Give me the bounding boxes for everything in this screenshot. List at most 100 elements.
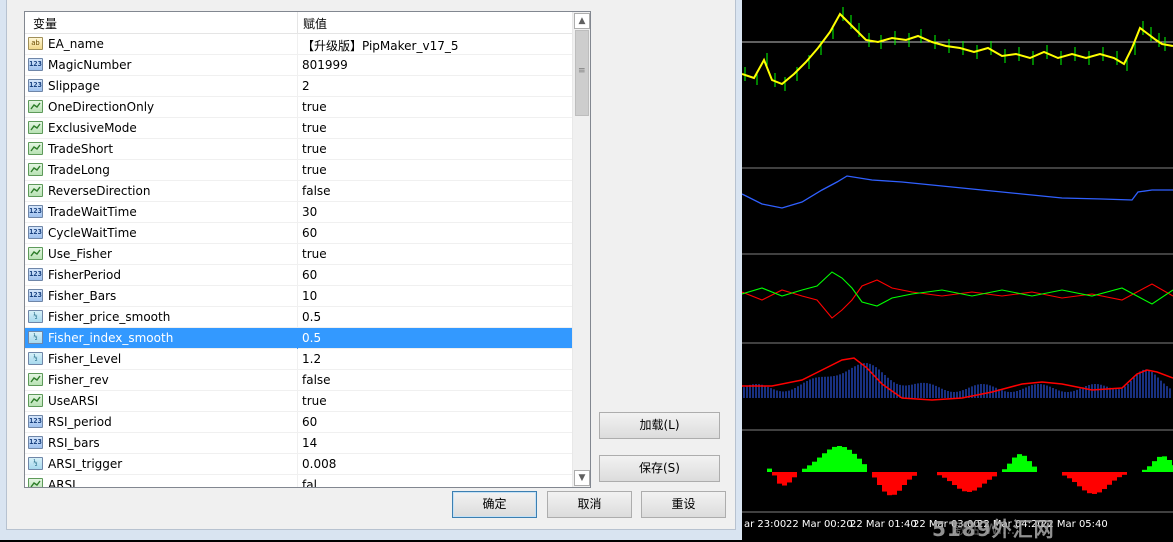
grid-row-arsi-trigger[interactable]: ½ ARSI_trigger 0.008 — [25, 454, 572, 475]
time-axis-label: ar 23:00 — [744, 519, 787, 530]
bool-type-icon — [28, 142, 43, 155]
variable-value[interactable]: true — [302, 394, 327, 408]
histogram-bar — [982, 472, 987, 484]
bool-type-icon — [28, 478, 43, 487]
variable-value[interactable]: 30 — [302, 205, 317, 219]
variable-value[interactable]: 0.5 — [302, 310, 321, 324]
num-type-icon: 123 — [28, 58, 43, 71]
num-type-icon: 123 — [28, 205, 43, 218]
save-button[interactable]: 保存(S) — [599, 455, 720, 482]
variable-name: ReverseDirection — [48, 184, 151, 198]
histogram-bar — [782, 472, 787, 486]
vertical-scrollbar[interactable]: ▲ ≡ ▼ — [572, 12, 590, 487]
histogram-bar — [772, 472, 777, 476]
grid-row-ea-name[interactable]: ab EA_name 【升级版】PipMaker_v17_5 — [25, 34, 572, 55]
variable-value[interactable]: 1.2 — [302, 352, 321, 366]
grid-row-cyclewaittime[interactable]: 123 CycleWaitTime 60 — [25, 223, 572, 244]
variable-value[interactable]: true — [302, 247, 327, 261]
column-header-variable[interactable]: 变量 — [33, 15, 57, 32]
grid-row-magicnumber[interactable]: 123 MagicNumber 801999 — [25, 55, 572, 76]
grid-row-exclusivemode[interactable]: ExclusiveMode true — [25, 118, 572, 139]
grid-row-usearsi[interactable]: UseARSI true — [25, 391, 572, 412]
grid-row-fisher-price-smooth[interactable]: ½ Fisher_price_smooth 0.5 — [25, 307, 572, 328]
cancel-button[interactable]: 取消 — [547, 491, 632, 518]
grid-row-fisher-bars[interactable]: 123 Fisher_Bars 10 — [25, 286, 572, 307]
variable-value[interactable]: true — [302, 163, 327, 177]
reset-button[interactable]: 重设 — [641, 491, 726, 518]
histogram-bar — [822, 453, 827, 472]
num-type-icon: 123 — [28, 415, 43, 428]
variable-value[interactable]: 14 — [302, 436, 317, 450]
bool-type-icon — [28, 163, 43, 176]
histogram-bar — [1162, 456, 1167, 472]
grid-row-rsi-period[interactable]: 123 RSI_period 60 — [25, 412, 572, 433]
grid-row-slippage[interactable]: 123 Slippage 2 — [25, 76, 572, 97]
histogram-bar — [852, 453, 857, 472]
variable-value[interactable]: 60 — [302, 415, 317, 429]
grid-row-use-fisher[interactable]: Use_Fisher true — [25, 244, 572, 265]
variable-value[interactable]: 【升级版】PipMaker_v17_5 — [302, 37, 458, 54]
column-header-value[interactable]: 赋值 — [303, 15, 327, 32]
grid-row-onedirectiononly[interactable]: OneDirectionOnly true — [25, 97, 572, 118]
histogram-bar — [892, 472, 897, 495]
grid-row-fisherperiod[interactable]: 123 FisherPeriod 60 — [25, 265, 572, 286]
grid-row-fisher-level[interactable]: ½ Fisher_Level 1.2 — [25, 349, 572, 370]
variable-value[interactable]: 60 — [302, 226, 317, 240]
variable-value[interactable]: true — [302, 142, 327, 156]
variable-name: ARSI — [48, 478, 76, 488]
grid-row-arsi[interactable]: ARSI fal — [25, 475, 572, 488]
variable-value[interactable]: false — [302, 184, 331, 198]
time-axis-label: 22 Mar 00:20 — [786, 519, 853, 530]
variable-name: CycleWaitTime — [48, 226, 137, 240]
variable-name: Fisher_price_smooth — [48, 310, 171, 324]
variable-name: TradeWaitTime — [48, 205, 137, 219]
grid-row-tradewaittime[interactable]: 123 TradeWaitTime 30 — [25, 202, 572, 223]
str-type-icon: ab — [28, 37, 43, 50]
variable-value[interactable]: 801999 — [302, 58, 348, 72]
variable-value[interactable]: fal — [302, 478, 317, 487]
load-button[interactable]: 加载(L) — [599, 412, 720, 439]
histogram-bar — [862, 464, 867, 472]
variable-value[interactable]: 2 — [302, 79, 310, 93]
grid-row-tradelong[interactable]: TradeLong true — [25, 160, 572, 181]
num-type-icon: 123 — [28, 226, 43, 239]
scroll-down-button[interactable]: ▼ — [574, 470, 590, 486]
histogram-bar — [802, 468, 807, 472]
histogram-bar — [792, 472, 797, 478]
dbl-type-icon: ½ — [28, 331, 43, 344]
fisher-line — [742, 175, 1173, 209]
histogram-bar — [1142, 469, 1147, 472]
histogram-bar — [1032, 466, 1037, 472]
grid-row-reversedirection[interactable]: ReverseDirection false — [25, 181, 572, 202]
chart-canvas[interactable] — [742, 0, 1173, 540]
variable-value[interactable]: 0.5 — [302, 331, 321, 345]
grid-rows: ab EA_name 【升级版】PipMaker_v17_5 123 MagicNumb… — [25, 34, 572, 488]
grid-row-tradeshort[interactable]: TradeShort true — [25, 139, 572, 160]
histogram-bar — [1022, 455, 1027, 472]
histogram-bar — [1167, 459, 1172, 472]
variable-name: TradeShort — [48, 142, 114, 156]
variable-value[interactable]: 60 — [302, 268, 317, 282]
scroll-up-button[interactable]: ▲ — [574, 13, 590, 29]
dbl-type-icon: ½ — [28, 457, 43, 470]
variable-value[interactable]: 0.008 — [302, 457, 336, 471]
variable-value[interactable]: false — [302, 373, 331, 387]
num-type-icon: 123 — [28, 79, 43, 92]
ok-button[interactable]: 确定 — [452, 491, 537, 518]
histogram-bar — [1112, 472, 1117, 481]
histogram-bar — [1027, 461, 1032, 472]
chart-window[interactable] — [742, 0, 1173, 540]
histogram-bar — [1062, 472, 1067, 476]
variable-value[interactable]: true — [302, 100, 327, 114]
histogram-bar — [952, 472, 957, 486]
variable-value[interactable]: true — [302, 121, 327, 135]
grid-row-fisher-rev[interactable]: Fisher_rev false — [25, 370, 572, 391]
grid-row-fisher-index-smooth[interactable]: ½ Fisher_index_smooth 0.5 — [25, 328, 572, 349]
variable-name: EA_name — [48, 37, 104, 51]
histogram-bar — [1002, 469, 1007, 472]
variable-value[interactable]: 10 — [302, 289, 317, 303]
histogram-bar — [827, 449, 832, 472]
histogram-bar — [1007, 463, 1012, 472]
grid-row-rsi-bars[interactable]: 123 RSI_bars 14 — [25, 433, 572, 454]
histogram-bar — [812, 461, 817, 472]
